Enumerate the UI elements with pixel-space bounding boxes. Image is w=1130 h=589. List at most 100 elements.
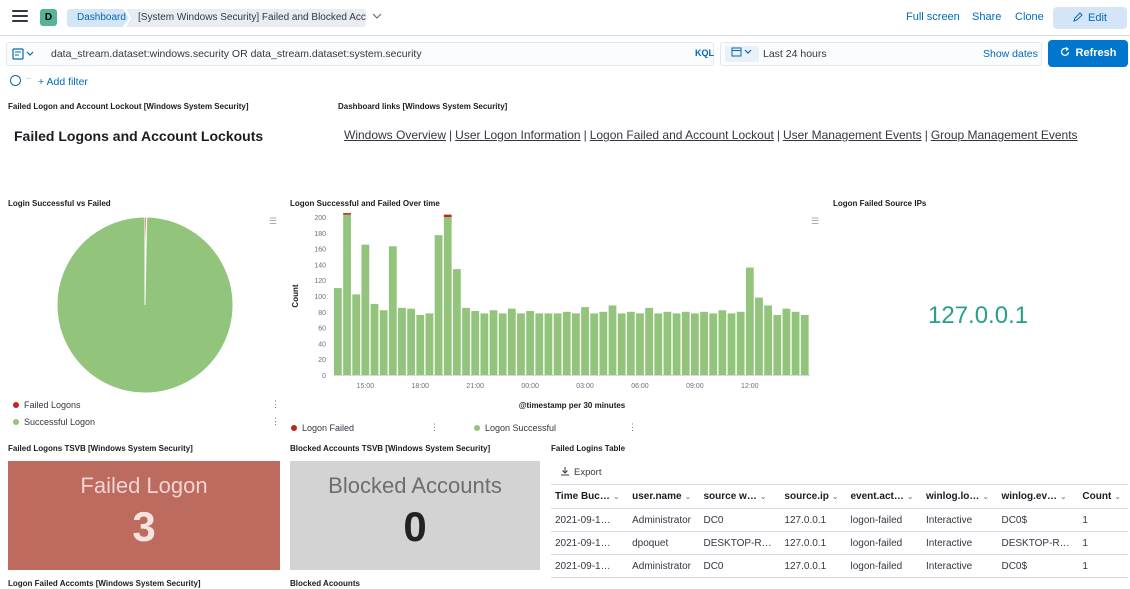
legend-options-icon[interactable]: ⋮ [430,422,439,433]
kql-toggle-button[interactable]: KQL [695,48,714,58]
bar-logon-successful[interactable] [718,310,727,375]
bar-logon-successful[interactable] [581,307,589,375]
bar-logon-successful[interactable] [480,313,489,375]
query-bar[interactable]: data_stream.dataset:windows.security OR … [6,42,714,66]
add-filter-button[interactable]: + Add filter [38,76,88,88]
search-input[interactable]: data_stream.dataset:windows.security OR … [51,48,422,60]
full-screen-button[interactable]: Full screen [906,11,960,23]
space-avatar[interactable]: D [40,9,57,26]
calendar-icon[interactable] [725,46,759,62]
chevron-down-icon[interactable]: ⌄ [1060,492,1067,501]
hist-legend-successful[interactable]: Logon Successful [474,423,556,433]
share-button[interactable]: Share [972,11,1001,23]
chevron-down-icon[interactable]: ⌄ [907,492,914,501]
bar-logon-successful[interactable] [443,217,452,375]
bar-logon-successful[interactable] [700,311,708,375]
bar-logon-successful[interactable] [343,214,351,375]
chevron-down-icon[interactable]: ⌄ [832,492,839,501]
pie-slice-successful-logon[interactable] [56,216,234,394]
saved-query-icon[interactable] [9,46,39,62]
bar-logon-successful[interactable] [654,313,663,375]
bar-logon-successful[interactable] [608,305,617,375]
link-logon-failed-account-lockout[interactable]: Logon Failed and Account Lockout [590,128,774,142]
bar-logon-successful[interactable] [681,311,690,375]
bar-logon-successful[interactable] [663,311,672,375]
bar-logon-successful[interactable] [379,310,388,375]
link-group-management-events[interactable]: Group Management Events [931,128,1078,142]
bar-logon-failed[interactable] [343,213,351,215]
breadcrumb-dashboard[interactable]: Dashboard [67,9,129,27]
pie-legend-failed[interactable]: Failed Logons [13,400,81,410]
export-button[interactable]: Export [560,466,601,478]
link-user-management-events[interactable]: User Management Events [783,128,922,142]
bar-logon-successful[interactable] [562,311,571,375]
bar-logon-successful[interactable] [800,314,809,375]
bar-logon-successful[interactable] [434,235,443,375]
chevron-down-icon[interactable]: ⌄ [613,492,620,501]
refresh-button[interactable]: Refresh [1048,40,1128,67]
show-dates-link[interactable]: Show dates [983,48,1038,60]
bar-logon-successful[interactable] [727,313,736,375]
bar-logon-successful[interactable] [507,308,516,375]
bar-logon-successful[interactable] [526,311,535,375]
hist-legend-failed[interactable]: Logon Failed [291,423,354,433]
bar-logon-successful[interactable] [498,313,507,375]
bar-logon-successful[interactable] [398,307,406,375]
bar-logon-successful[interactable] [645,307,654,375]
bar-logon-successful[interactable] [626,311,635,375]
bar-logon-successful[interactable] [535,313,544,375]
filter-options-icon[interactable] [10,75,21,86]
bar-logon-successful[interactable] [764,305,773,375]
column-header[interactable]: event.act… ⌄ [846,484,922,509]
legend-toggle-icon[interactable]: ☰ [811,216,823,228]
bar-logon-successful[interactable] [691,313,699,375]
bar-logon-successful[interactable] [471,311,480,375]
bar-logon-successful[interactable] [636,313,644,375]
bar-logon-successful[interactable] [517,313,525,375]
legend-options-icon[interactable]: ⋮ [271,399,280,410]
column-header[interactable]: source.ip ⌄ [780,484,847,509]
chevron-down-icon[interactable]: ⌄ [760,492,767,501]
bar-logon-successful[interactable] [782,308,791,375]
bar-logon-successful[interactable] [544,313,553,375]
bar-logon-successful[interactable] [709,313,718,375]
bar-logon-successful[interactable] [352,294,361,375]
chevron-down-icon[interactable]: ⌄ [982,492,989,501]
column-header[interactable]: source w… ⌄ [699,484,781,509]
bar-logon-successful[interactable] [590,313,599,375]
bar-logon-successful[interactable] [755,297,763,375]
bar-logon-successful[interactable] [599,311,608,375]
bar-logon-successful[interactable] [736,311,745,375]
bar-logon-failed[interactable] [443,214,452,217]
column-header[interactable]: Count ⌄ [1078,484,1128,509]
chevron-down-icon[interactable]: ⌄ [1114,492,1121,501]
bar-logon-successful[interactable] [361,244,370,375]
legend-toggle-icon[interactable]: ☰ [269,216,281,228]
column-header[interactable]: user.name ⌄ [628,484,700,509]
date-picker[interactable]: Last 24 hours Show dates [720,42,1042,66]
column-header[interactable]: winlog.ev… ⌄ [997,484,1079,509]
time-range-label[interactable]: Last 24 hours [763,48,827,60]
bar-logon-successful[interactable] [572,313,580,375]
pie-legend-successful[interactable]: Successful Logon [13,417,95,427]
clone-button[interactable]: Clone [1015,11,1044,23]
chevron-down-icon[interactable] [372,11,382,21]
bar-logon-successful[interactable] [672,313,681,375]
bar-logon-successful[interactable] [462,307,470,375]
bar-logon-successful[interactable] [407,308,416,375]
bar-logon-successful[interactable] [489,310,498,375]
chevron-down-icon[interactable]: ⌄ [685,492,692,501]
bar-logon-successful[interactable] [370,303,379,375]
bar-logon-successful[interactable] [388,246,397,375]
hamburger-menu-icon[interactable] [12,10,28,24]
source-ip-metric[interactable]: 127.0.0.1 [928,302,1028,330]
bar-logon-successful[interactable] [425,313,434,375]
legend-options-icon[interactable]: ⋮ [271,416,280,427]
bar-logon-successful[interactable] [791,311,800,375]
bar-logon-successful[interactable] [453,269,461,375]
column-header[interactable]: winlog.lo… ⌄ [922,484,998,509]
bar-logon-successful[interactable] [773,314,782,375]
link-user-logon-information[interactable]: User Logon Information [455,128,580,142]
bar-logon-successful[interactable] [416,314,425,375]
link-windows-overview[interactable]: Windows Overview [344,128,446,142]
